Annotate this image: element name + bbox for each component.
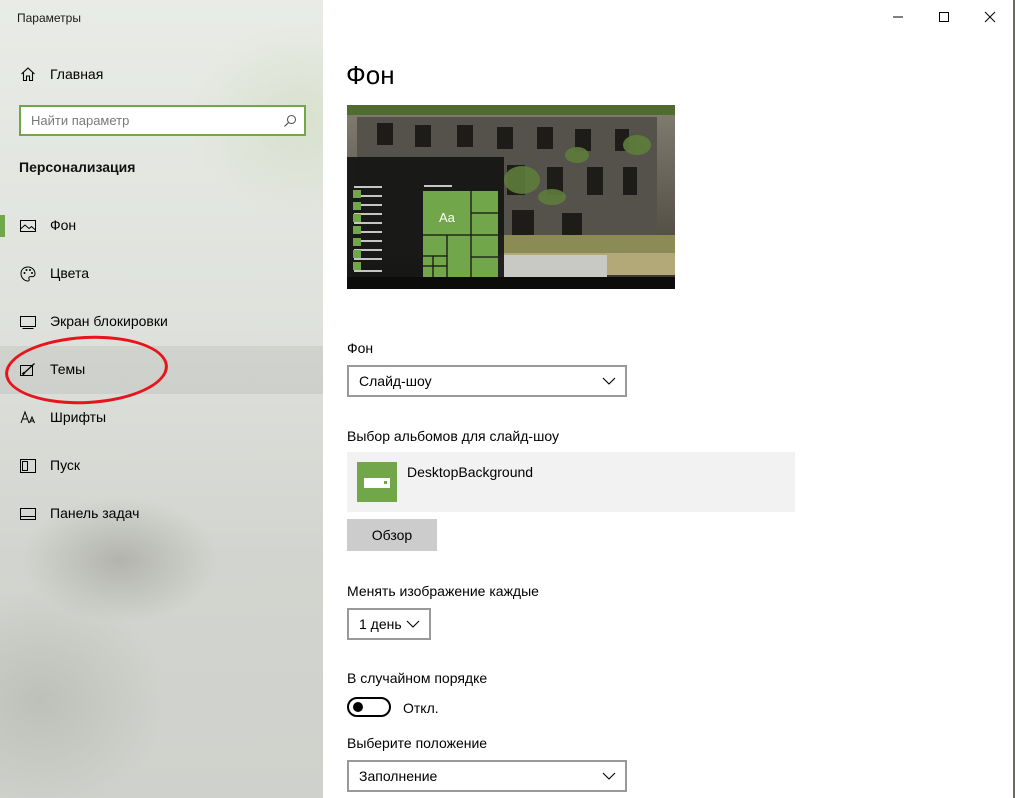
fit-label: Выберите положение — [347, 735, 488, 751]
shuffle-label: В случайном порядке — [347, 670, 488, 686]
active-indicator — [0, 215, 5, 237]
toggle-knob — [353, 702, 363, 712]
search-input[interactable]: Найти параметр — [19, 105, 306, 136]
font-icon — [20, 410, 36, 426]
home-nav-item[interactable]: Главная — [0, 58, 323, 90]
minimize-button[interactable] — [875, 0, 921, 34]
page-title: Фон — [346, 60, 395, 90]
search-icon — [283, 114, 297, 128]
chevron-down-icon — [406, 620, 420, 628]
home-icon — [20, 66, 36, 82]
sidebar-item-label: Пуск — [50, 457, 81, 473]
sidebar-item-label: Фон — [50, 217, 77, 233]
albums-label: Выбор альбомов для слайд-шоу — [347, 428, 559, 444]
sidebar-item-lock-screen[interactable]: Экран блокировки — [0, 298, 323, 346]
home-label: Главная — [50, 66, 104, 82]
background-type-label: Фон — [347, 340, 374, 356]
interval-value: 1 день — [359, 616, 402, 632]
maximize-icon — [939, 12, 949, 22]
sidebar: Параметры Главная Найти параметр Персона… — [0, 0, 323, 798]
fit-select[interactable]: Заполнение — [347, 760, 627, 792]
background-type-value: Слайд-шоу — [359, 373, 432, 389]
app-title: Параметры — [17, 11, 81, 25]
close-button[interactable] — [967, 0, 1013, 34]
background-preview: Aa — [347, 105, 675, 289]
sidebar-item-colors[interactable]: Цвета — [0, 250, 323, 298]
sidebar-item-taskbar[interactable]: Панель задач — [0, 490, 323, 538]
interval-label: Менять изображение каждые — [347, 583, 539, 599]
background-type-select[interactable]: Слайд-шоу — [347, 365, 627, 397]
interval-select[interactable]: 1 день — [347, 608, 431, 640]
start-icon — [20, 458, 36, 474]
shuffle-state: Откл. — [403, 700, 439, 716]
main-content: Фон Aa Фон Слайд-шоу Выбор альбомов для … — [323, 0, 1013, 798]
search-placeholder: Найти параметр — [31, 113, 130, 128]
fit-value: Заполнение — [359, 768, 438, 784]
sidebar-item-label: Шрифты — [50, 409, 107, 425]
chevron-down-icon — [602, 377, 616, 385]
section-title: Персонализация — [19, 159, 136, 175]
preview-tile-text: Aa — [439, 210, 456, 225]
sidebar-item-label: Панель задач — [50, 505, 140, 521]
album-item[interactable]: DesktopBackground — [347, 452, 795, 512]
chevron-down-icon — [602, 772, 616, 780]
sidebar-item-label: Цвета — [50, 265, 89, 281]
sidebar-item-label: Экран блокировки — [50, 313, 168, 329]
caption-buttons — [875, 0, 1013, 34]
picture-icon — [20, 218, 36, 234]
settings-window: Параметры Главная Найти параметр Персона… — [0, 0, 1013, 798]
folder-icon — [357, 462, 397, 502]
minimize-icon — [893, 16, 903, 18]
browse-button[interactable]: Обзор — [347, 519, 437, 551]
sidebar-item-background[interactable]: Фон — [0, 202, 323, 250]
sidebar-item-start[interactable]: Пуск — [0, 442, 323, 490]
palette-icon — [20, 266, 36, 282]
maximize-button[interactable] — [921, 0, 967, 34]
shuffle-toggle[interactable] — [347, 697, 391, 717]
monitor-icon — [20, 314, 36, 330]
close-icon — [984, 11, 996, 23]
album-name: DesktopBackground — [407, 464, 534, 480]
taskbar-icon — [20, 506, 36, 522]
